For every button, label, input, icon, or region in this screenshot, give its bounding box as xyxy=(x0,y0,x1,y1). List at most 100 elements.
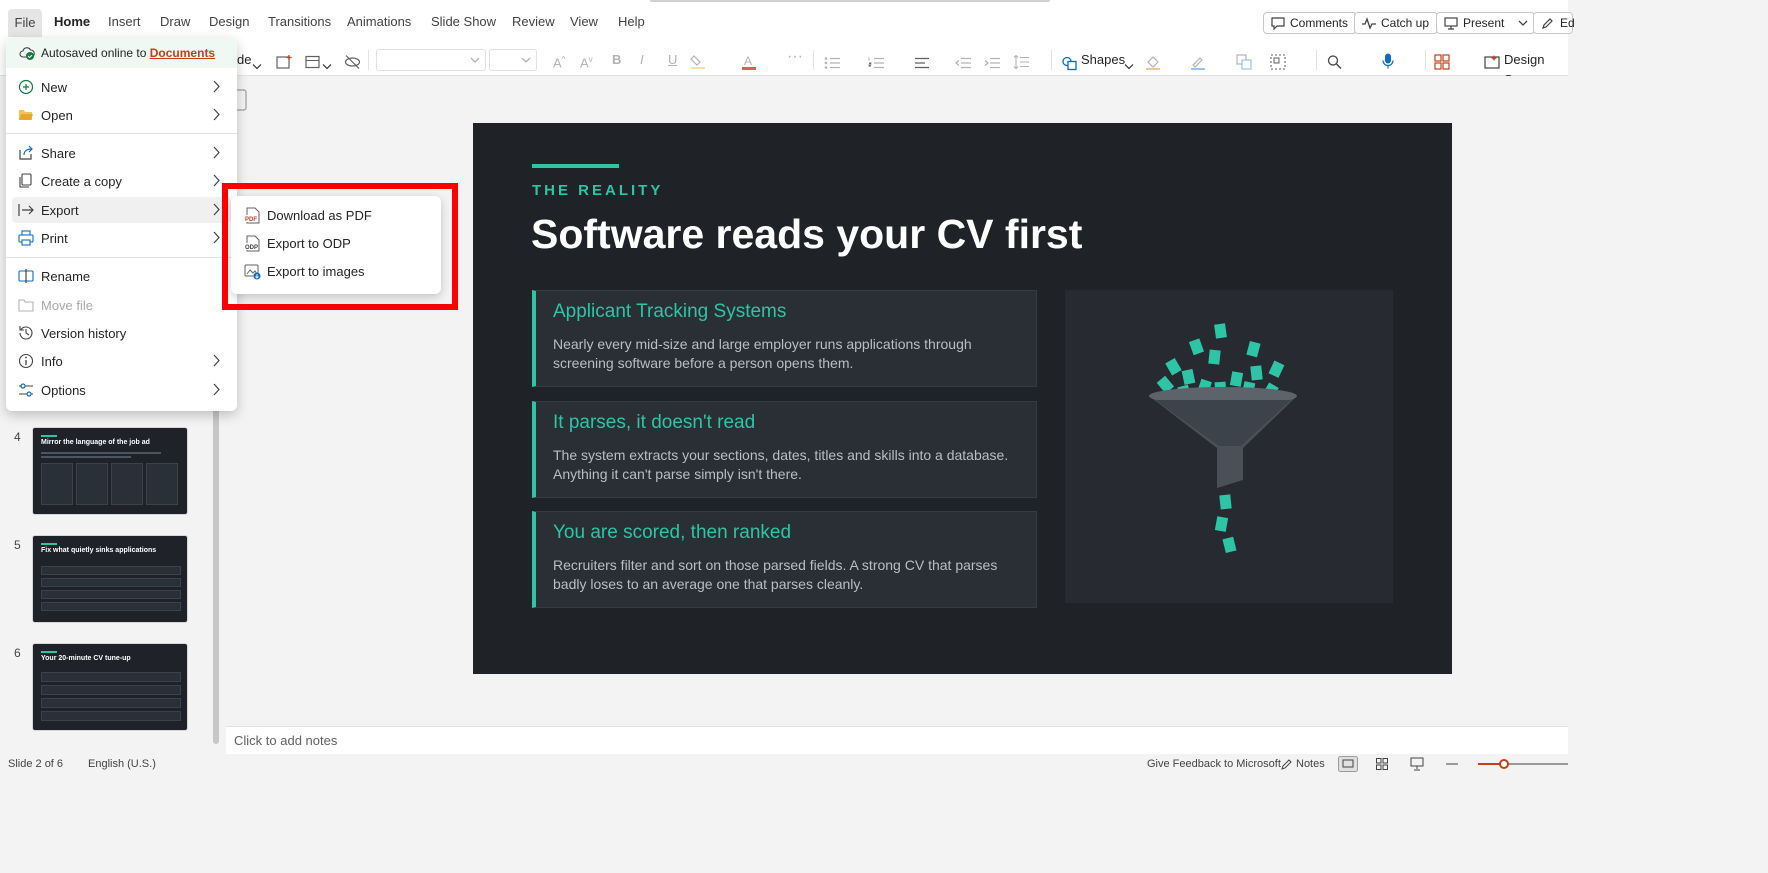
tab-view[interactable]: View xyxy=(570,14,598,29)
tab-slide-show[interactable]: Slide Show xyxy=(431,14,496,29)
info-card[interactable]: It parses, it doesn't read The system ex… xyxy=(532,401,1037,498)
info-card[interactable]: Applicant Tracking Systems Nearly every … xyxy=(532,290,1037,387)
menu-item-label: Info xyxy=(41,354,63,369)
tab-review[interactable]: Review xyxy=(512,14,555,29)
present-button[interactable]: Present xyxy=(1436,12,1536,34)
microphone-icon[interactable] xyxy=(1382,51,1394,71)
hide-slide-icon[interactable] xyxy=(344,52,361,72)
notes-placeholder[interactable]: Click to add notes xyxy=(234,733,337,748)
menu-item-export[interactable]: Export xyxy=(12,197,231,223)
layout-icon[interactable] xyxy=(305,52,320,72)
slide-thumbnail-4[interactable]: Mirror the language of the job ad xyxy=(32,427,188,515)
bullets-icon[interactable] xyxy=(824,53,840,73)
slide-kicker[interactable]: THE REALITY xyxy=(532,182,663,199)
designer-icon[interactable] xyxy=(1484,52,1500,72)
language-indicator[interactable]: English (U.S.) xyxy=(88,758,156,770)
menu-item-label: Download as PDF xyxy=(267,208,372,223)
decrease-font-icon[interactable]: Av xyxy=(580,50,593,70)
menu-item-move-file[interactable]: Move file xyxy=(12,292,231,318)
menu-item-options[interactable]: Options xyxy=(12,377,231,403)
more-options-icon[interactable]: ··· xyxy=(787,47,803,67)
autosave-text: Autosaved online to xyxy=(41,46,147,60)
comments-button[interactable]: Comments xyxy=(1263,12,1358,34)
presenter-view-icon[interactable] xyxy=(1410,757,1424,771)
chevron-down-icon[interactable] xyxy=(1124,57,1134,77)
menu-item-export-to-odp[interactable]: ODP Export to ODP xyxy=(235,230,437,256)
bold-icon[interactable]: B xyxy=(612,50,621,70)
normal-view-icon[interactable] xyxy=(1338,756,1358,772)
menu-item-create-a-copy[interactable]: Create a copy xyxy=(12,168,231,194)
italic-icon[interactable]: I xyxy=(640,50,644,70)
menu-item-download-as-pdf[interactable]: PDF Download as PDF xyxy=(235,202,437,228)
layout-label[interactable]: de xyxy=(237,50,251,70)
group-icon[interactable] xyxy=(1270,52,1286,72)
menu-item-rename[interactable]: Rename xyxy=(12,263,231,289)
editing-label: Ed xyxy=(1560,16,1575,30)
menu-item-print[interactable]: Print xyxy=(12,225,231,251)
present-icon xyxy=(1444,17,1458,30)
notes-pane[interactable]: Click to add notes xyxy=(226,726,1568,754)
printer-icon xyxy=(18,230,34,246)
tab-design[interactable]: Design xyxy=(209,14,249,29)
tab-help[interactable]: Help xyxy=(618,14,645,29)
separator xyxy=(1316,50,1317,70)
menu-item-open[interactable]: Open xyxy=(12,102,231,128)
tab-animations[interactable]: Animations xyxy=(347,14,411,29)
new-slide-icon[interactable] xyxy=(276,52,293,72)
slide[interactable]: THE REALITY Software reads your CV first… xyxy=(473,123,1452,674)
underline-icon[interactable]: U xyxy=(668,50,677,70)
font-family-combo[interactable] xyxy=(376,49,486,71)
slide-thumbnail-6[interactable]: Your 20-minute CV tune-up xyxy=(32,643,188,731)
shape-fill-icon[interactable] xyxy=(1145,52,1161,72)
notes-toggle[interactable]: Notes xyxy=(1296,758,1325,770)
shapes-icon[interactable] xyxy=(1062,53,1077,73)
slide-thumbnail-5[interactable]: Fix what quietly sinks applications xyxy=(32,535,188,623)
menu-item-version-history[interactable]: Version history xyxy=(12,320,231,346)
slide-title[interactable]: Software reads your CV first xyxy=(531,211,1082,258)
arrange-icon[interactable] xyxy=(1236,52,1253,72)
tab-draw[interactable]: Draw xyxy=(160,14,190,29)
highlighter-icon[interactable] xyxy=(690,52,706,72)
decrease-indent-icon[interactable] xyxy=(955,53,971,73)
info-card[interactable]: You are scored, then ranked Recruiters f… xyxy=(532,511,1037,608)
chevron-down-icon[interactable] xyxy=(322,57,332,77)
tab-file[interactable]: File xyxy=(8,9,42,37)
align-icon[interactable] xyxy=(914,53,930,73)
menu-item-share[interactable]: Share xyxy=(12,140,231,166)
numbering-icon[interactable] xyxy=(868,53,884,73)
funnel-illustration[interactable] xyxy=(1065,290,1393,603)
chevron-down-icon xyxy=(470,57,480,63)
designer-grid-icon[interactable] xyxy=(1434,52,1450,72)
zoom-slider-thumb[interactable] xyxy=(1499,759,1509,769)
design-suggestions-label[interactable]: Design Sugg xyxy=(1504,50,1568,87)
feedback-link[interactable]: Give Feedback to Microsoft xyxy=(1147,758,1281,770)
line-spacing-icon[interactable] xyxy=(1013,52,1029,72)
search-icon[interactable] xyxy=(1327,52,1342,72)
catch-up-button[interactable]: Catch up xyxy=(1354,12,1439,34)
increase-font-icon[interactable]: A^ xyxy=(553,50,565,70)
search-box-edge[interactable] xyxy=(650,0,1050,2)
font-size-combo[interactable] xyxy=(489,49,537,71)
zoom-out-icon[interactable] xyxy=(1446,763,1458,765)
menu-item-label: Version history xyxy=(41,326,127,341)
menu-item-export-to-images[interactable]: Export to images xyxy=(235,258,437,284)
funnel-documents-icon xyxy=(1149,323,1297,554)
tab-transitions[interactable]: Transitions xyxy=(268,14,331,29)
increase-indent-icon[interactable] xyxy=(984,53,1000,73)
menu-item-info[interactable]: Info xyxy=(12,348,231,374)
tab-home[interactable]: Home xyxy=(54,14,90,29)
editing-button[interactable]: Ed xyxy=(1533,12,1575,34)
chevron-right-icon xyxy=(213,354,220,367)
font-color-icon[interactable]: A xyxy=(742,52,756,72)
chevron-down-icon[interactable] xyxy=(252,57,262,77)
menu-item-new[interactable]: New xyxy=(12,74,231,100)
shape-outline-icon[interactable] xyxy=(1190,52,1206,72)
shapes-label[interactable]: Shapes xyxy=(1081,50,1125,70)
chevron-down-icon[interactable] xyxy=(1518,20,1528,27)
notes-icon[interactable] xyxy=(1281,758,1293,770)
separator xyxy=(1425,50,1426,70)
tab-insert[interactable]: Insert xyxy=(108,14,141,29)
documents-link[interactable]: Documents xyxy=(150,46,215,60)
menu-item-label: Create a copy xyxy=(41,174,122,189)
slide-sorter-icon[interactable] xyxy=(1376,758,1388,770)
